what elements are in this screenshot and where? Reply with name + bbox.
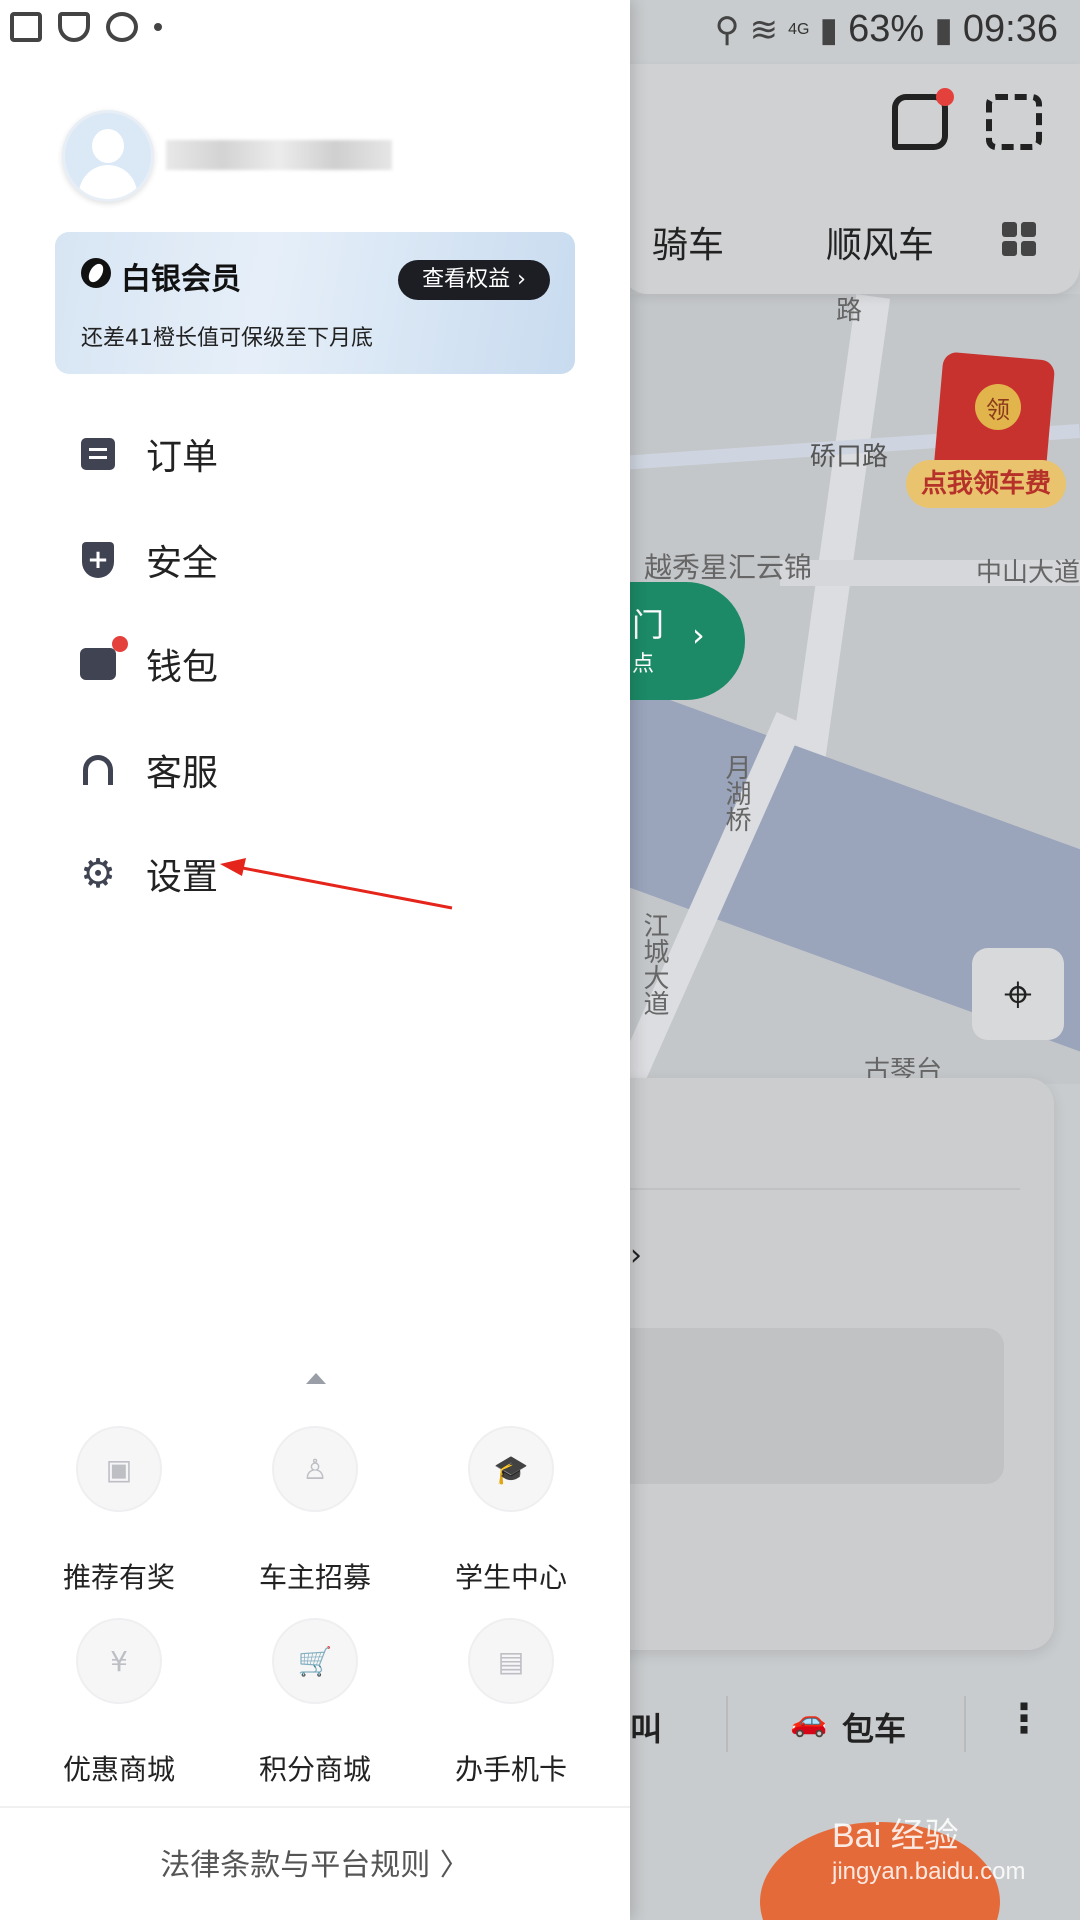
signal-icon: ▮ (819, 10, 839, 49)
status-icons-left (10, 12, 162, 42)
tab-cycling[interactable]: 骑车 (652, 216, 724, 268)
divider (0, 1806, 630, 1808)
card-input-area[interactable] (600, 1328, 1004, 1484)
divider (964, 1696, 966, 1752)
notification-dot (112, 636, 128, 652)
battery-percent: 63% (848, 8, 925, 50)
divider (726, 1696, 728, 1752)
wallet-icon (80, 648, 116, 680)
divider (600, 1188, 1020, 1190)
chevron-right-icon: › (630, 1238, 642, 1273)
watermark: Bai 经验 (832, 1817, 959, 1855)
menu-item-label: 订单 (146, 437, 219, 478)
gift-icon: ▣ (76, 1426, 162, 1512)
menu-item-orders[interactable]: 订单 (78, 424, 218, 484)
menu-item-wallet[interactable]: 钱包 (78, 634, 218, 694)
bottom-tabs: 叫 🚗 包车 ⋮ (620, 1680, 1080, 1780)
member-badge-icon (81, 258, 111, 288)
pill-subtext: 点 (632, 652, 655, 677)
grid-item-label: 车主招募 (258, 1561, 371, 1594)
map-label: 硚口路 (810, 442, 889, 472)
grid-item-referral[interactable]: ▣ 推荐有奖 (34, 1426, 204, 1596)
grid-item-label: 学生中心 (454, 1561, 567, 1594)
map-label: 越秀星汇云锦 (644, 551, 813, 584)
side-drawer: 白银会员 还差41橙长值可保级至下月底 查看权益 › 订单 + 安全 钱包 客服… (0, 0, 630, 1920)
shield-status-icon (58, 12, 90, 42)
gear-icon: ⚙ (80, 851, 116, 897)
menu-item-label: 钱包 (146, 647, 219, 688)
grid-item-label: 办手机卡 (454, 1753, 567, 1786)
tab-carpool[interactable]: 顺风车 (826, 216, 934, 268)
booking-card: › (600, 1078, 1054, 1650)
grid-item-coupon-mall[interactable]: ¥ 优惠商城 (34, 1618, 204, 1788)
menu-item-security[interactable]: + 安全 (78, 530, 218, 590)
grid-item-student-center[interactable]: 🎓 学生中心 (426, 1426, 596, 1596)
menu-item-label: 安全 (146, 543, 219, 584)
map-label: 江城大道 (639, 912, 669, 1016)
shield-icon: + (82, 542, 114, 578)
clock: 09:36 (962, 8, 1058, 50)
weather-icon (106, 12, 138, 42)
grid-item-sim-card[interactable]: ▤ 办手机卡 (426, 1618, 596, 1788)
menu-item-label: 设置 (146, 857, 219, 898)
crosshair-icon: ⌖ (1003, 964, 1033, 1023)
member-level: 白银会员 (121, 262, 241, 297)
grid-menu-icon[interactable] (1002, 222, 1036, 256)
location-icon: ⚲ (714, 10, 740, 49)
grid-item-label: 优惠商城 (62, 1753, 175, 1786)
legal-terms-link[interactable]: 法律条款与平台规则 〉 (0, 1840, 630, 1884)
grid-item-driver-recruit[interactable]: ♙ 车主招募 (230, 1426, 400, 1596)
order-icon (81, 438, 115, 470)
car-icon: 🚗 (790, 1704, 828, 1739)
grid-item-label: 推荐有奖 (62, 1561, 175, 1594)
red-packet-label[interactable]: 点我领车费 (906, 460, 1066, 508)
more-vertical-icon[interactable]: ⋮ (1004, 1696, 1044, 1742)
network-type: 4G (788, 20, 810, 38)
wifi-icon: ≋ (749, 10, 779, 49)
menu-item-settings[interactable]: ⚙ 设置 (78, 844, 218, 904)
collapse-arrow-icon[interactable] (306, 1373, 326, 1384)
avatar[interactable] (62, 110, 154, 202)
cart-icon: 🛒 (272, 1618, 358, 1704)
member-progress: 还差41橙长值可保级至下月底 (81, 326, 373, 351)
bottom-tab-charter[interactable]: 包车 (842, 1704, 906, 1750)
grid-item-points-mall[interactable]: 🛒 积分商城 (230, 1618, 400, 1788)
map-label: 中山大道 (976, 558, 1080, 588)
red-packet-coin: 领 (975, 384, 1021, 430)
username-blurred[interactable] (166, 140, 392, 170)
yen-tag-icon: ¥ (76, 1618, 162, 1704)
map-label: 月湖桥 (721, 754, 751, 832)
destination-pill[interactable]: 门 点 › (610, 582, 745, 700)
grid-item-label: 积分商城 (258, 1753, 371, 1786)
map-label: 路 (836, 296, 863, 326)
message-badge (936, 88, 954, 106)
gallery-icon (10, 12, 42, 42)
pill-text: 门 (632, 606, 665, 644)
sim-card-icon: ▤ (468, 1618, 554, 1704)
view-benefits-button[interactable]: 查看权益 › (398, 260, 550, 300)
battery-icon: ▮ (934, 10, 953, 49)
membership-card[interactable]: 白银会员 还差41橙长值可保级至下月底 查看权益 › (55, 232, 575, 374)
graduation-cap-icon: 🎓 (468, 1426, 554, 1512)
scan-icon[interactable] (986, 94, 1042, 150)
locate-button[interactable]: ⌖ (972, 948, 1064, 1040)
driver-icon: ♙ (272, 1426, 358, 1512)
dot-icon (154, 23, 162, 31)
menu-item-support[interactable]: 客服 (78, 740, 218, 800)
menu-item-label: 客服 (146, 753, 219, 794)
headset-icon (83, 755, 113, 785)
chevron-right-icon: › (692, 616, 705, 654)
watermark-url: jingyan.baidu.com (832, 1858, 1026, 1885)
bottom-tab-call[interactable]: 叫 (630, 1704, 662, 1750)
